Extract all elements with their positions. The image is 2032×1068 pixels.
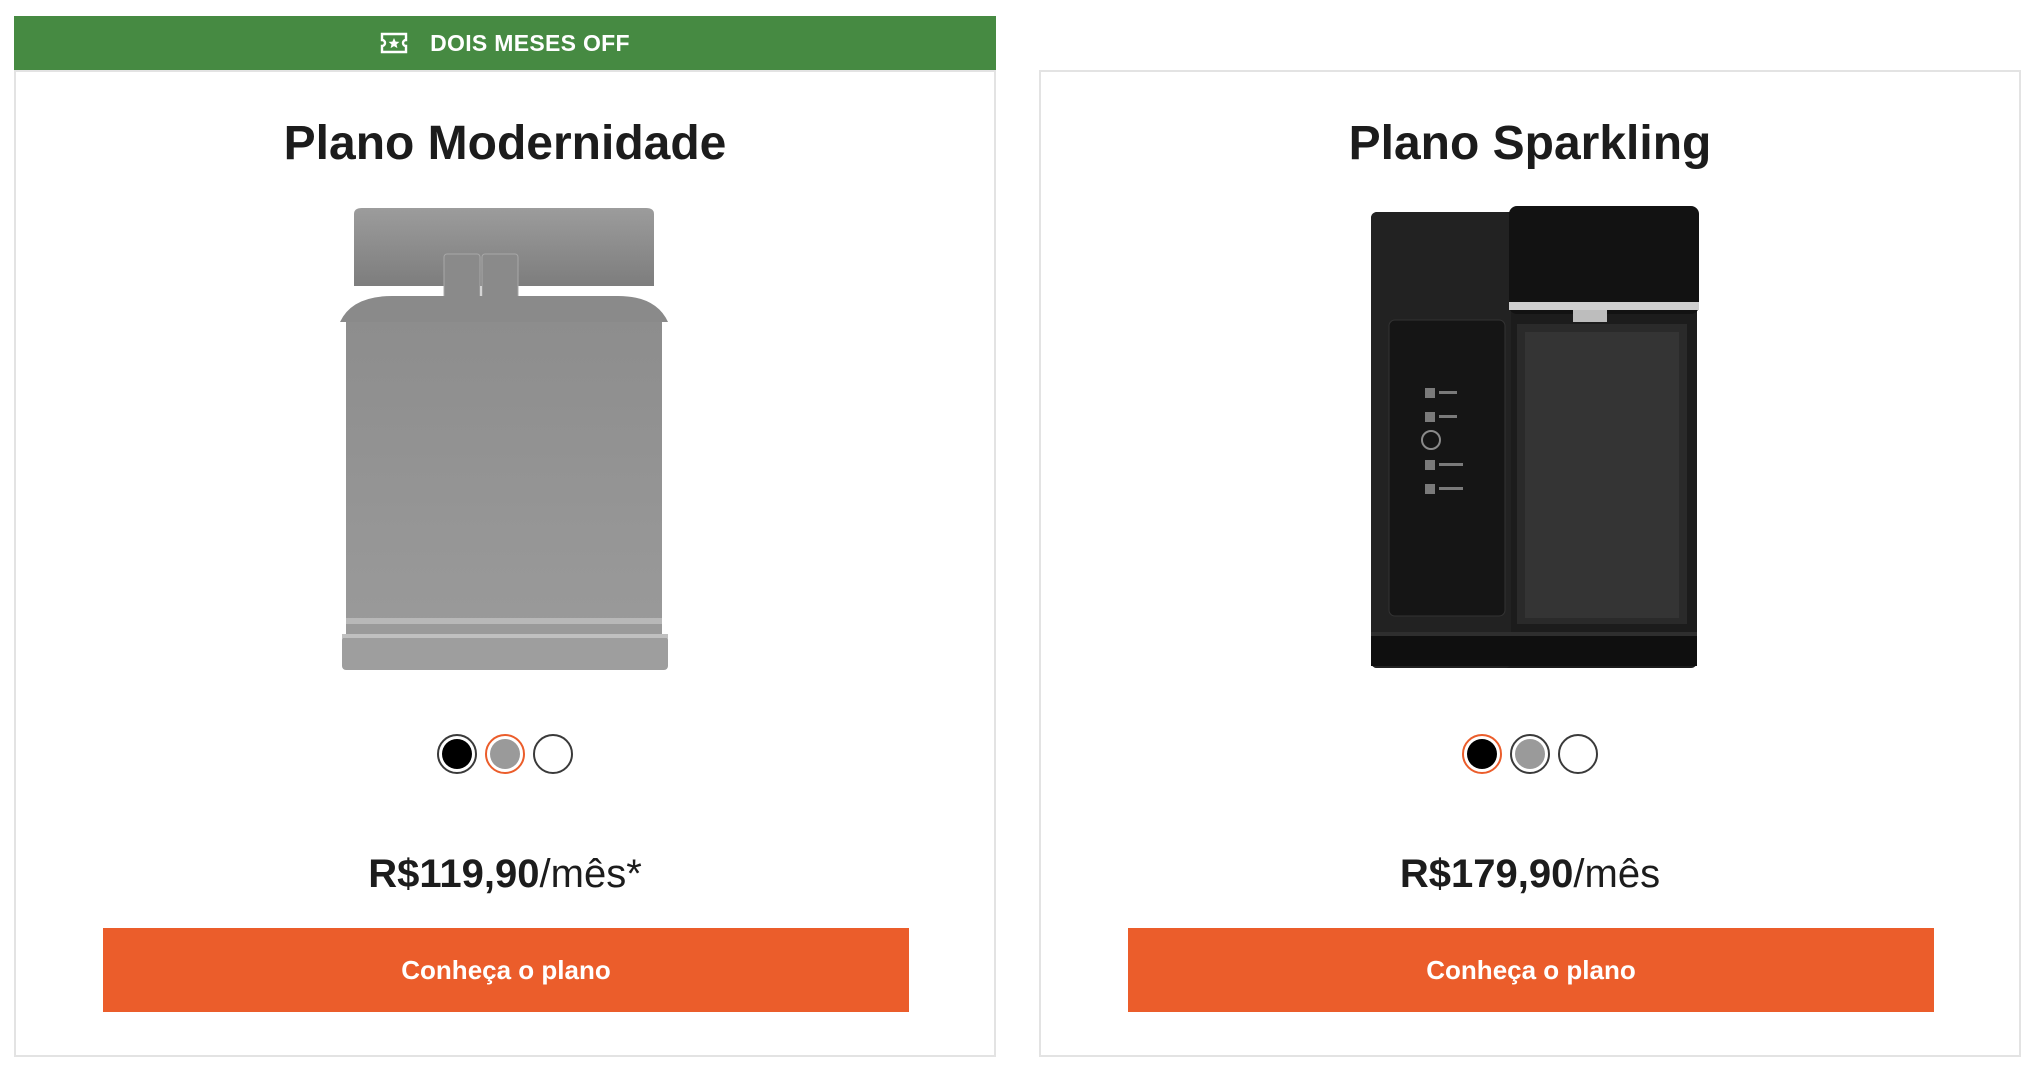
color-swatches (16, 734, 994, 774)
price-suffix: /mês* (539, 852, 642, 896)
price-amount: R$179,90 (1399, 852, 1574, 896)
color-swatch-black[interactable] (1462, 734, 1502, 774)
view-plan-button[interactable]: Conheça o plano (103, 928, 909, 1012)
product-image-water-purifier-black (1357, 198, 1707, 678)
plan-price: R$119,90/mês* (16, 852, 994, 897)
color-swatch-white[interactable] (533, 734, 573, 774)
price-suffix: /mês (1573, 852, 1661, 896)
plan-card-sparkling: Plano Sparkling R$179,90/mês Conheça o p… (1039, 70, 2021, 1057)
price-amount: R$119,90 (368, 852, 540, 896)
plan-price: R$179,90/mês (1041, 852, 2019, 897)
color-swatch-gray[interactable] (1510, 734, 1550, 774)
promo-label: DOIS MESES OFF (430, 29, 630, 56)
plan-title: Plano Modernidade (283, 117, 727, 170)
product-image-water-purifier-gray (332, 198, 682, 678)
color-swatch-white[interactable] (1558, 734, 1598, 774)
color-swatch-gray[interactable] (485, 734, 525, 774)
color-swatch-black[interactable] (437, 734, 477, 774)
ticket-star-icon (380, 31, 408, 55)
color-swatches (1041, 734, 2019, 774)
plan-card-modernidade: Plano Modernidade R$119,90/mês* Conheça … (14, 70, 996, 1057)
view-plan-button[interactable]: Conheça o plano (1128, 928, 1934, 1012)
plan-title: Plano Sparkling (1348, 117, 1712, 170)
promo-banner: DOIS MESES OFF (14, 16, 996, 70)
